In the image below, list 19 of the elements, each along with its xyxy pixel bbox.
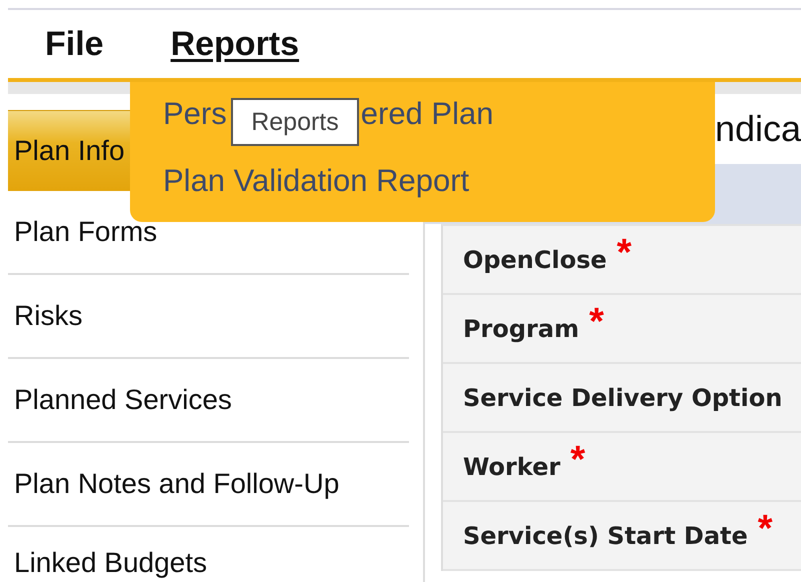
required-icon: * xyxy=(616,232,632,275)
required-icon: * xyxy=(570,439,586,482)
menu-item[interactable]: Reports xyxy=(170,24,300,64)
field-label: Service(s) Start Date xyxy=(462,522,748,550)
menu-option[interactable]: Pers xyxy=(163,96,227,132)
field-label: Service Delivery Option xyxy=(462,384,782,412)
required-icon: * xyxy=(589,301,604,344)
panel-heading: ndica xyxy=(714,108,801,150)
menu-item[interactable]: File xyxy=(45,24,104,64)
tooltip: Reports xyxy=(231,98,359,146)
sidebar-item[interactable]: Plan Notes and Follow-Up xyxy=(8,443,409,527)
sidebar-item[interactable]: Planned Services xyxy=(8,359,409,443)
field-label: Worker xyxy=(462,452,560,480)
field-label: OpenClose xyxy=(462,246,607,274)
menu-option[interactable]: ered Plan xyxy=(360,96,494,132)
field-label: Program xyxy=(462,314,580,342)
sidebar-item[interactable]: Linked Budgets xyxy=(8,527,409,582)
required-icon: * xyxy=(758,508,773,551)
sidebar-item[interactable]: Risks xyxy=(8,275,409,359)
